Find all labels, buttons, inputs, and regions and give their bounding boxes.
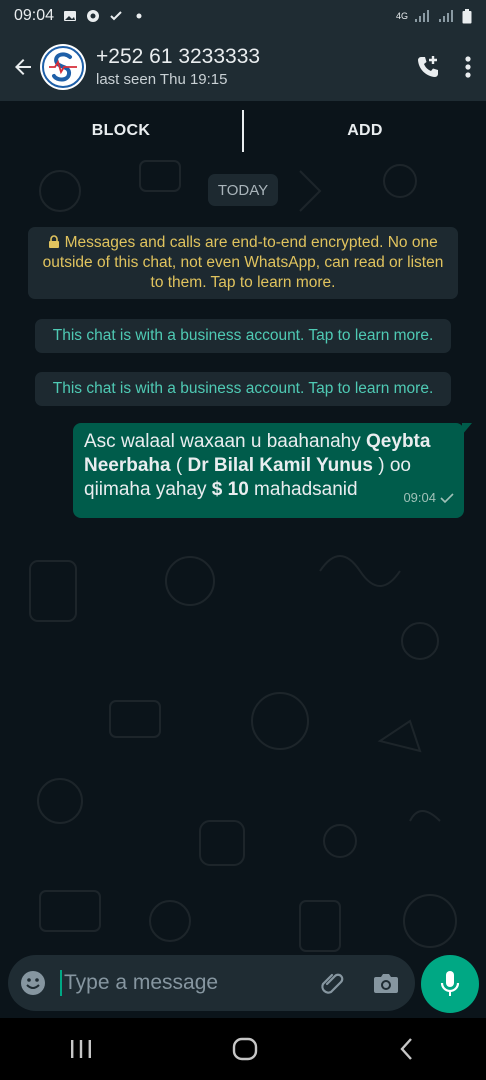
text-caret: [60, 970, 62, 996]
message-input[interactable]: Type a message: [64, 971, 218, 995]
paperclip-icon[interactable]: [319, 969, 347, 997]
gallery-icon: [64, 11, 77, 21]
message-text: Asc walaal waxaan u baahanahy: [84, 431, 367, 452]
home-icon[interactable]: [232, 1036, 258, 1062]
block-add-bar: BLOCK ADD: [0, 101, 486, 161]
contact-info[interactable]: +252 61 3233333 last seen Thu 19:15: [96, 44, 260, 90]
emoji-icon[interactable]: [20, 970, 46, 996]
message-meta: 09:04: [403, 486, 454, 510]
back-button[interactable]: [6, 50, 40, 84]
recent-apps-icon[interactable]: [69, 1038, 93, 1060]
single-check-icon: [440, 493, 454, 504]
message-bold: Dr Bilal Kamil Yunus: [187, 455, 373, 476]
outgoing-message[interactable]: Asc walaal waxaan u baahanahy Qeybta Nee…: [73, 423, 472, 518]
signal-icon: [439, 10, 453, 22]
more-vert-icon[interactable]: [464, 55, 472, 79]
chrome-icon: [87, 10, 100, 22]
back-nav-icon[interactable]: [397, 1037, 417, 1061]
message-bold: $ 10: [211, 479, 249, 500]
message-composer[interactable]: Type a message: [8, 955, 415, 1011]
message-time: 09:04: [403, 490, 436, 505]
last-seen: last seen Thu 19:15: [96, 70, 228, 88]
encryption-text: Messages and calls are end-to-end encryp…: [42, 234, 444, 291]
lock-icon: [49, 235, 60, 248]
signal-icon: [415, 10, 429, 22]
network-label: 4G: [395, 11, 408, 21]
message-text: (: [170, 455, 188, 476]
camera-icon[interactable]: [373, 971, 399, 995]
status-time: 09:04: [14, 7, 55, 24]
arrow-left-icon: [15, 58, 31, 75]
block-button[interactable]: BLOCK: [0, 122, 242, 140]
add-call-icon[interactable]: [414, 53, 442, 81]
chat-header: +252 61 3233333 last seen Thu 19:15: [0, 32, 486, 101]
system-nav-bar: [0, 1018, 486, 1080]
chat-area: BLOCK ADD TODAY Messages and calls are e…: [0, 101, 486, 1018]
add-contact-button[interactable]: ADD: [244, 122, 486, 140]
clinic-logo-icon: [42, 45, 84, 88]
bubble-tail: [462, 423, 472, 435]
check-icon: [110, 11, 122, 21]
encryption-notice[interactable]: Messages and calls are end-to-end encryp…: [28, 227, 458, 299]
status-bar: 09:04 4G: [0, 0, 486, 32]
business-notice[interactable]: This chat is with a business account. Ta…: [35, 372, 451, 406]
mic-button[interactable]: [421, 955, 479, 1013]
business-notice[interactable]: This chat is with a business account. Ta…: [35, 319, 451, 353]
dot-icon: [136, 13, 142, 19]
date-chip: TODAY: [208, 174, 278, 206]
microphone-icon: [440, 971, 460, 996]
battery-icon: [462, 8, 472, 23]
avatar[interactable]: [40, 43, 86, 90]
message-text: mahadsanid: [248, 479, 358, 500]
contact-title: +252 61 3233333: [96, 44, 261, 68]
